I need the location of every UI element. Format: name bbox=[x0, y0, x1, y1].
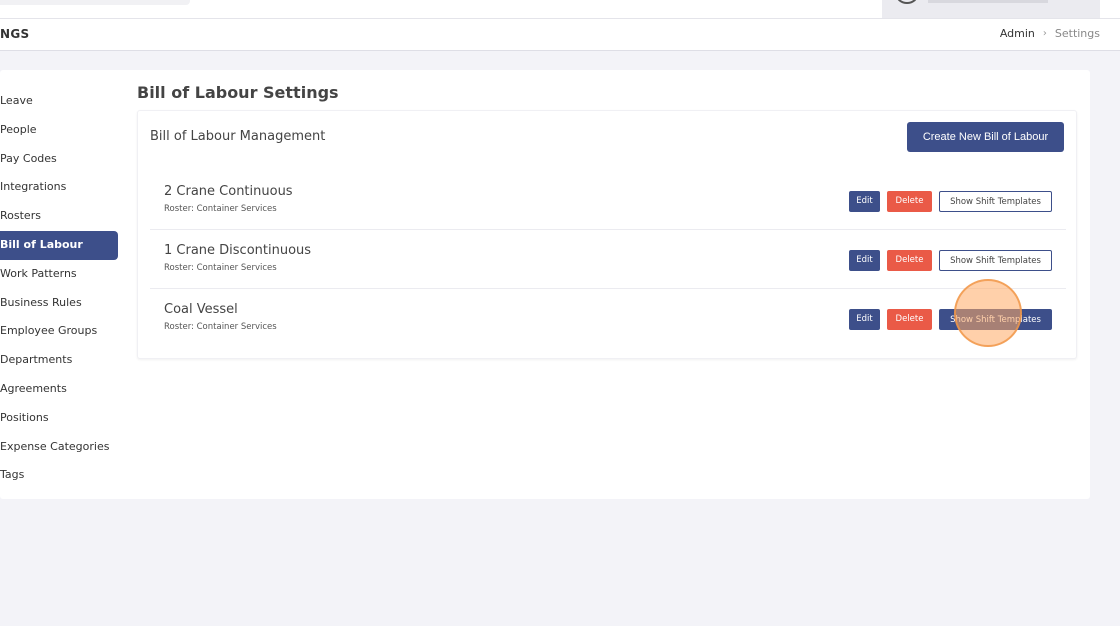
show-shift-templates-button[interactable]: Show Shift Templates bbox=[939, 191, 1052, 212]
sidebar-item-departments[interactable]: Departments bbox=[0, 346, 118, 375]
sidebar-item-people[interactable]: People bbox=[0, 116, 118, 145]
sidebar-item-pay-codes[interactable]: Pay Codes bbox=[0, 145, 118, 174]
sidebar-item-agreements[interactable]: Agreements bbox=[0, 375, 118, 404]
create-bill-of-labour-button[interactable]: Create New Bill of Labour bbox=[907, 122, 1064, 152]
user-name bbox=[928, 0, 1048, 3]
chevron-right-icon: › bbox=[1042, 28, 1047, 39]
row-actions: Edit Delete Show Shift Templates bbox=[849, 191, 1052, 212]
sidebar-item-integrations[interactable]: Integrations bbox=[0, 173, 118, 202]
sidebar-item-positions[interactable]: Positions bbox=[0, 404, 118, 433]
edit-button[interactable]: Edit bbox=[849, 309, 880, 330]
list-item: 2 Crane Continuous Roster: Container Ser… bbox=[150, 171, 1066, 230]
section-title: Bill of Labour Settings bbox=[137, 83, 339, 102]
sidebar-item-tags[interactable]: Tags bbox=[0, 461, 118, 490]
item-roster: Roster: Container Services bbox=[164, 204, 277, 214]
sidebar-item-employee-groups[interactable]: Employee Groups bbox=[0, 317, 118, 346]
user-menu[interactable] bbox=[882, 0, 1100, 18]
list-item: 1 Crane Discontinuous Roster: Container … bbox=[150, 230, 1066, 289]
list-item: Coal Vessel Roster: Container Services E… bbox=[150, 289, 1066, 348]
sidebar-item-bill-of-labour[interactable]: Bill of Labour bbox=[0, 230, 118, 260]
sidebar-item-business-rules[interactable]: Business Rules bbox=[0, 289, 118, 318]
delete-button[interactable]: Delete bbox=[887, 309, 932, 330]
delete-button[interactable]: Delete bbox=[887, 191, 932, 212]
avatar bbox=[896, 0, 918, 4]
settings-sidebar: Leave People Pay Codes Integrations Rost… bbox=[0, 87, 118, 490]
show-shift-templates-button[interactable]: Show Shift Templates bbox=[939, 250, 1052, 271]
item-name: 1 Crane Discontinuous bbox=[164, 243, 312, 258]
top-header bbox=[0, 0, 1120, 18]
sidebar-item-expense-categories[interactable]: Expense Categories bbox=[0, 433, 118, 462]
panel-title: Bill of Labour Management bbox=[150, 129, 326, 144]
page-title: NGS bbox=[0, 27, 30, 41]
sidebar-item-rosters[interactable]: Rosters bbox=[0, 202, 118, 231]
breadcrumb-settings: Settings bbox=[1054, 27, 1100, 40]
search-input[interactable] bbox=[0, 0, 190, 5]
delete-button[interactable]: Delete bbox=[887, 250, 932, 271]
bill-of-labour-panel: Bill of Labour Management Create New Bil… bbox=[137, 110, 1077, 359]
row-actions: Edit Delete Show Shift Templates bbox=[849, 250, 1052, 271]
item-roster: Roster: Container Services bbox=[164, 322, 277, 332]
item-name: 2 Crane Continuous bbox=[164, 184, 293, 199]
sidebar-item-leave[interactable]: Leave bbox=[0, 87, 118, 116]
settings-card: Leave People Pay Codes Integrations Rost… bbox=[0, 70, 1090, 499]
sidebar-item-work-patterns[interactable]: Work Patterns bbox=[0, 260, 118, 289]
edit-button[interactable]: Edit bbox=[849, 250, 880, 271]
item-roster: Roster: Container Services bbox=[164, 263, 277, 273]
breadcrumb-admin[interactable]: Admin bbox=[1000, 27, 1035, 40]
item-name: Coal Vessel bbox=[164, 302, 238, 317]
row-actions: Edit Delete Show Shift Templates bbox=[849, 309, 1052, 330]
show-shift-templates-button[interactable]: Show Shift Templates bbox=[939, 309, 1052, 330]
edit-button[interactable]: Edit bbox=[849, 191, 880, 212]
breadcrumb-bar: NGS Admin › Settings bbox=[0, 18, 1120, 51]
breadcrumb: Admin › Settings bbox=[1000, 27, 1100, 40]
